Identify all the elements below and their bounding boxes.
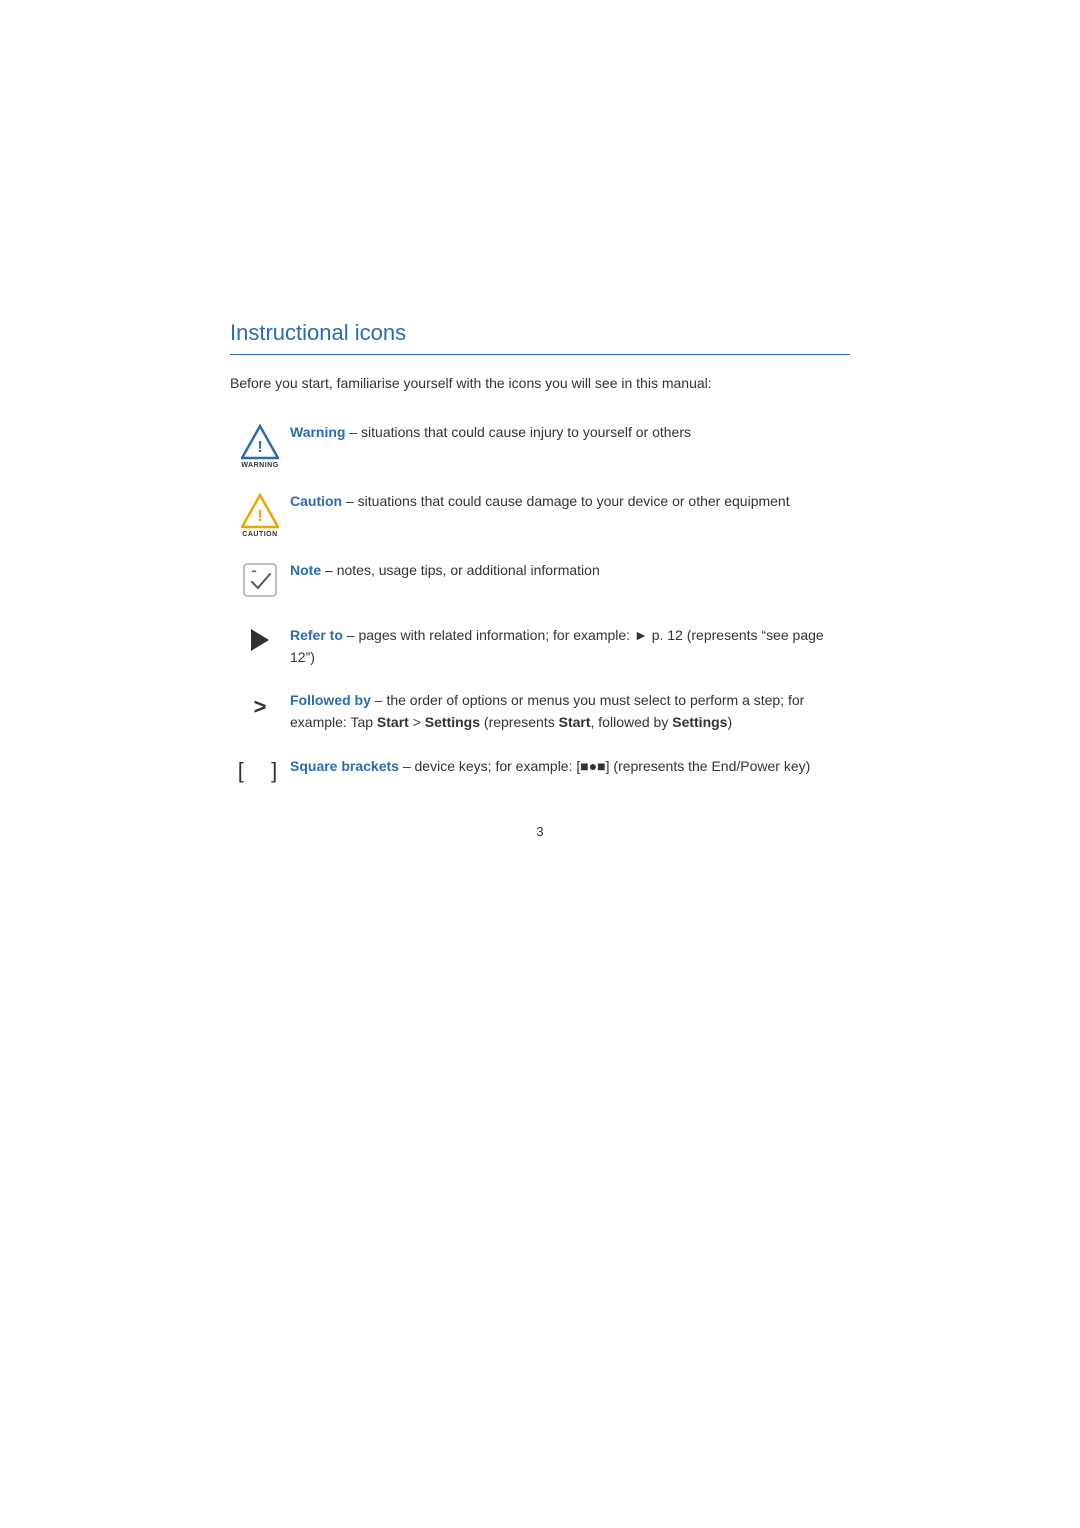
refer-term: Refer to xyxy=(290,627,343,643)
followed-by-term: Followed by xyxy=(290,692,371,708)
brackets-icon-cell: [ ] xyxy=(230,756,290,784)
refer-to-icon xyxy=(251,629,269,656)
caution-description: Caution – situations that could cause da… xyxy=(290,491,850,513)
note-term: Note xyxy=(290,562,321,578)
caution-label: CAUTION xyxy=(242,531,277,538)
caution-icon: ! CAUTION xyxy=(241,493,279,538)
caution-icon-cell: ! CAUTION xyxy=(230,491,290,538)
followed-by-description: Followed by – the order of options or me… xyxy=(290,690,850,733)
list-item: > Followed by – the order of options or … xyxy=(230,690,850,733)
brackets-term: Square brackets xyxy=(290,758,399,774)
list-item: [ ] Square brackets – device keys; for e… xyxy=(230,756,850,784)
warning-icon: ! WARNING xyxy=(241,424,279,469)
page: Instructional icons Before you start, fa… xyxy=(0,0,1080,1528)
content-area: Instructional icons Before you start, fa… xyxy=(230,0,850,839)
section-title: Instructional icons xyxy=(230,320,850,355)
warning-description: Warning – situations that could cause in… xyxy=(290,422,850,444)
list-item: Note – notes, usage tips, or additional … xyxy=(230,560,850,603)
warning-term: Warning xyxy=(290,424,345,440)
list-item: ! CAUTION Caution – situations that coul… xyxy=(230,491,850,538)
caution-triangle-svg: ! xyxy=(241,493,279,529)
followed-by-icon-cell: > xyxy=(230,690,290,720)
page-number: 3 xyxy=(230,824,850,839)
note-svg xyxy=(242,562,278,598)
list-item: ! WARNING Warning – situations that coul… xyxy=(230,422,850,469)
followed-by-icon: > xyxy=(254,694,267,720)
square-brackets-icon: [ ] xyxy=(238,758,282,784)
list-item: Refer to – pages with related informatio… xyxy=(230,625,850,668)
svg-text:!: ! xyxy=(257,439,262,456)
brackets-text: – device keys; for example: [■●■] (repre… xyxy=(399,758,810,774)
caution-term: Caution xyxy=(290,493,342,509)
note-icon-cell xyxy=(230,560,290,603)
note-text: – notes, usage tips, or additional infor… xyxy=(321,562,600,578)
intro-text: Before you start, familiarise yourself w… xyxy=(230,373,850,394)
refer-description: Refer to – pages with related informatio… xyxy=(290,625,850,668)
warning-icon-cell: ! WARNING xyxy=(230,422,290,469)
note-description: Note – notes, usage tips, or additional … xyxy=(290,560,850,582)
warning-text: – situations that could cause injury to … xyxy=(345,424,691,440)
brackets-description: Square brackets – device keys; for examp… xyxy=(290,756,850,778)
caution-text: – situations that could cause damage to … xyxy=(342,493,790,509)
note-icon xyxy=(242,562,278,603)
refer-text: – pages with related information; for ex… xyxy=(290,627,824,665)
icon-list: ! WARNING Warning – situations that coul… xyxy=(230,422,850,784)
refer-arrow-svg xyxy=(251,629,269,651)
refer-icon-cell xyxy=(230,625,290,656)
warning-triangle-svg: ! xyxy=(241,424,279,460)
chevron-symbol: > xyxy=(254,694,267,720)
warning-label: WARNING xyxy=(241,462,278,469)
brackets-symbol: [ ] xyxy=(238,758,282,784)
svg-text:!: ! xyxy=(257,508,262,525)
